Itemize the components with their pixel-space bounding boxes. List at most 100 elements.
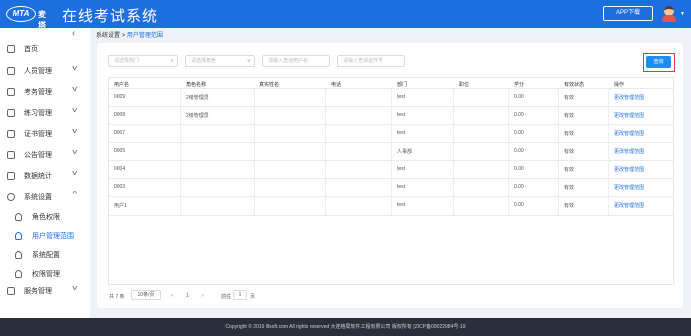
cell-username: 0008 <box>114 112 126 118</box>
user-icon <box>7 67 15 75</box>
chevron-down-icon[interactable]: ▼ <box>680 11 685 17</box>
logo-mark: MTA <box>6 6 36 22</box>
column-header-dept: 部门 <box>397 82 408 88</box>
chevron-down-icon: v <box>72 149 78 156</box>
role-select[interactable]: 请选择角色 v <box>185 55 255 67</box>
dept-select[interactable]: 请选择部门 v <box>108 55 178 67</box>
chevron-down-icon: v <box>72 65 78 72</box>
sidebar-subitem-system-config[interactable]: 系统配置 <box>0 246 90 264</box>
page-unit-label: 页 <box>250 294 256 300</box>
cell-status: 有效 <box>564 95 575 101</box>
column-header-role: 角色名称 <box>186 82 207 88</box>
change-scope-link[interactable]: 更改管理范围 <box>614 130 644 137</box>
copyright-text: Copyright © 2019 lllsoft.com All rights … <box>225 324 466 330</box>
sidebar-item-label: 系统设置 <box>24 194 52 201</box>
cell-credit: 0.00 <box>514 166 524 172</box>
gear-icon <box>7 193 15 201</box>
page-number-current[interactable]: 1 <box>186 293 189 299</box>
cell-role: 2级管理员 <box>186 113 209 119</box>
role-select-placeholder: 请选择角色 <box>191 58 217 64</box>
row-divider <box>109 106 673 107</box>
cell-dept: test <box>397 130 406 136</box>
sidebar-subitem-permission-mgmt[interactable]: 权限管理 <box>0 265 90 283</box>
column-header-credit: 学分 <box>514 82 525 88</box>
sidebar-item-exam-affairs[interactable]: 考务管理 v <box>0 83 90 101</box>
cell-status: 有效 <box>564 185 575 191</box>
page-size-value: 10条/页 <box>137 292 155 298</box>
sidebar-item-practice[interactable]: 练习管理 v <box>0 104 90 122</box>
top-header: MTA 麦塔 在线考试系统 APP下载 ▼ <box>0 0 691 30</box>
prev-page-icon[interactable]: < <box>171 293 174 299</box>
query-button[interactable]: 查询 <box>646 56 671 68</box>
sidebar-subitem-label: 角色权限 <box>32 214 60 221</box>
chart-icon <box>7 172 15 180</box>
sidebar-item-certificate[interactable]: 证书管理 v <box>0 125 90 143</box>
cell-credit: 0.00 <box>514 112 524 118</box>
chevron-down-icon: v <box>72 86 78 93</box>
query-button-label: 查询 <box>653 59 664 65</box>
chevron-down-icon: v <box>170 58 174 64</box>
column-header-realname: 真实姓名 <box>259 82 280 88</box>
username-search-input[interactable]: 请输入查询用户名 <box>262 55 330 67</box>
id-search-input[interactable]: 请输入查询证件号 <box>337 55 405 67</box>
id-placeholder: 请输入查询证件号 <box>343 58 384 64</box>
breadcrumb: 系统设置 > 用户管理范围 <box>96 30 163 39</box>
username-placeholder: 请输入查询用户名 <box>268 58 309 64</box>
change-scope-link[interactable]: 更改管理范围 <box>614 166 644 173</box>
goto-label: 前往 <box>221 294 232 300</box>
sidebar-subitem-label: 权限管理 <box>32 271 60 278</box>
cell-credit: 0.00 <box>514 130 524 136</box>
chevron-down-icon: v <box>247 58 251 64</box>
sidebar-item-service[interactable]: 服务管理 v <box>0 282 90 300</box>
change-scope-link[interactable]: 更改管理范围 <box>614 184 644 191</box>
column-header-action: 操作 <box>614 82 625 88</box>
next-page-icon[interactable]: > <box>201 293 204 299</box>
column-header-username: 用户名 <box>114 82 130 88</box>
heart-icon <box>7 287 15 295</box>
chevron-down-icon: v <box>72 128 78 135</box>
column-header-position: 职位 <box>459 82 470 88</box>
chevron-up-icon: ^ <box>72 191 77 198</box>
avatar[interactable] <box>662 4 676 22</box>
sidebar-item-announcement[interactable]: 公告管理 v <box>0 146 90 164</box>
sidebar-subitem-label: 用户管理范围 <box>32 233 74 240</box>
page-size-select[interactable]: 10条/页 <box>131 290 161 300</box>
avatar-body <box>662 15 676 22</box>
row-divider <box>109 215 673 216</box>
cell-credit: 0.00 <box>514 184 524 190</box>
cell-role: 2级管理员 <box>186 95 209 101</box>
config-icon <box>15 251 22 259</box>
cell-username: 0004 <box>114 166 126 172</box>
change-scope-link[interactable]: 更改管理范围 <box>614 94 644 101</box>
column-header-status: 有效状态 <box>564 82 585 88</box>
collapse-icon[interactable]: ‹ <box>72 28 75 39</box>
download-button-label: APP下载 <box>615 10 640 16</box>
change-scope-link[interactable]: 更改管理范围 <box>614 148 644 155</box>
sidebar-item-settings[interactable]: 系统设置 ^ <box>0 188 90 206</box>
breadcrumb-parent[interactable]: 系统设置 <box>96 33 120 39</box>
sidebar-item-home[interactable]: 首页 <box>0 40 90 58</box>
footer: Copyright © 2019 lllsoft.com All rights … <box>0 318 691 336</box>
chevron-down-icon: v <box>72 107 78 114</box>
chevron-down-icon: v <box>72 285 78 292</box>
certificate-icon <box>7 130 15 138</box>
sidebar-item-label: 公告管理 <box>24 152 52 159</box>
sidebar-subitem-role-permissions[interactable]: 角色权限 <box>0 208 90 226</box>
goto-page-input[interactable]: 1 <box>233 290 247 300</box>
change-scope-link[interactable]: 更改管理范围 <box>614 112 644 119</box>
sidebar-subitem-user-scope[interactable]: 用户管理范围 <box>0 227 90 245</box>
sidebar-item-statistics[interactable]: 数据统计 v <box>0 167 90 185</box>
sidebar-item-label: 数据统计 <box>24 173 52 180</box>
cell-status: 有效 <box>564 113 575 119</box>
breadcrumb-separator: > <box>121 33 126 39</box>
cell-dept: test <box>397 202 406 208</box>
app-download-button[interactable]: APP下载 <box>603 6 653 21</box>
cell-status: 有效 <box>564 203 575 209</box>
cell-dept: 人事部 <box>397 149 413 155</box>
dept-select-placeholder: 请选择部门 <box>114 58 140 64</box>
column-header-phone: 电话 <box>331 82 342 88</box>
cell-username: 用户1 <box>114 203 127 209</box>
sidebar-item-personnel[interactable]: 人员管理 v <box>0 62 90 80</box>
change-scope-link[interactable]: 更改管理范围 <box>614 202 644 209</box>
key-icon <box>15 270 22 278</box>
